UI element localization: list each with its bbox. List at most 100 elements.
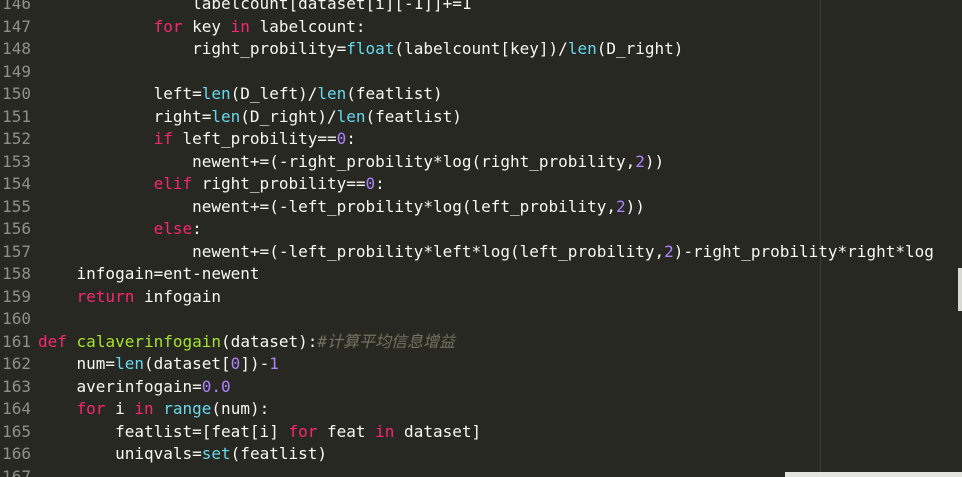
line-code[interactable]: right_probility=float(labelcount[key])/l…: [38, 38, 683, 61]
line-code[interactable]: return infogain: [38, 286, 222, 309]
code-token: )): [644, 151, 665, 171]
code-token: in: [375, 421, 395, 441]
code-token: labelcount[dataset[i][-1]]+=1: [38, 0, 472, 13]
line-number: 167: [2, 466, 31, 477]
line-code[interactable]: num=len(dataset[0])-1: [38, 353, 279, 376]
code-token: range: [163, 399, 212, 418]
line-number: 146: [2, 0, 31, 13]
code-token: newent+=(-right_probility*log(right_prob…: [38, 151, 636, 171]
line-number: 160: [2, 309, 31, 328]
code-token: float: [346, 39, 395, 58]
line-code[interactable]: featlist=[feat[i] for feat in dataset]: [38, 421, 481, 444]
code-token: (D_right)/: [240, 106, 337, 126]
line-code[interactable]: infogain=ent-newent: [38, 263, 260, 286]
line-code[interactable]: elif right_probility==0:: [38, 173, 385, 196]
line-code[interactable]: for key in labelcount:: [38, 16, 366, 39]
code-token: ])-: [240, 354, 270, 373]
code-token: :: [375, 174, 385, 193]
line-number: 150: [2, 84, 31, 103]
code-token: def: [38, 331, 67, 351]
code-token: i: [105, 399, 135, 418]
code-token: labelcount:: [249, 16, 366, 36]
code-token: 1: [269, 354, 279, 373]
code-token: left_probility==: [172, 129, 337, 148]
code-token: len: [336, 106, 366, 126]
line-number: 157: [2, 241, 31, 261]
code-token: (D_right): [596, 39, 684, 58]
line-number: 159: [2, 286, 31, 306]
line-number: 164: [2, 399, 31, 418]
code-token: len: [567, 39, 597, 58]
line-code[interactable]: left=len(D_left)/len(featlist): [38, 83, 443, 106]
line-code[interactable]: if left_probility==0:: [38, 128, 356, 151]
code-token: :: [192, 219, 202, 238]
code-token: newent+=(-left_probility*log(left_probil…: [38, 196, 616, 216]
code-token: 0.0: [201, 376, 231, 396]
code-token: if: [153, 129, 173, 148]
line-code[interactable]: right=len(D_right)/len(featlist): [38, 106, 462, 129]
code-token: feat: [317, 421, 376, 441]
line-number: 161: [2, 331, 31, 351]
code-token: in: [230, 16, 250, 36]
line-number: 148: [2, 39, 31, 58]
line-code[interactable]: newent+=(-left_probility*log(left_probil…: [38, 196, 645, 219]
code-token: elif: [153, 174, 193, 193]
code-token: len: [201, 84, 231, 103]
line-code[interactable]: else:: [38, 218, 202, 241]
code-token: dataset]: [394, 421, 482, 441]
line-number: 162: [2, 354, 31, 373]
scrollbar-thumb[interactable]: [958, 268, 962, 311]
code-token: (dataset):: [221, 331, 318, 351]
code-token: )-right_probility*right*log: [673, 241, 934, 261]
line-number: 153: [2, 151, 31, 171]
code-token: 2: [615, 196, 626, 216]
code-token: for: [288, 421, 318, 441]
code-token: (featlist): [230, 444, 327, 463]
line-code[interactable]: def calaverinfogain(dataset):#计算平均信息增益: [38, 331, 455, 354]
wrap-ruler: [820, 0, 821, 477]
line-number: 156: [2, 219, 31, 238]
code-token: for: [76, 399, 106, 418]
line-code[interactable]: averinfogain=0.0: [38, 376, 231, 399]
line-number: 152: [2, 129, 31, 148]
line-number: 166: [2, 444, 31, 463]
code-token: averinfogain=: [38, 376, 202, 396]
code-token: )): [625, 196, 645, 216]
line-code[interactable]: uniqvals=set(featlist): [38, 443, 327, 466]
line-code[interactable]: newent+=(-left_probility*left*log(left_p…: [38, 241, 934, 264]
line-number: 154: [2, 174, 31, 193]
code-token: 2: [635, 151, 645, 171]
line-number: 165: [2, 421, 31, 441]
code-token: len: [211, 106, 241, 126]
code-token: for: [153, 16, 183, 36]
line-code[interactable]: labelcount[dataset[i][-1]]+=1: [38, 0, 471, 16]
code-token: key: [182, 16, 231, 36]
code-token: num=: [38, 354, 116, 373]
code-token: #计算平均信息增益: [317, 331, 456, 351]
code-token: newent+=(-left_probility*left*log(left_p…: [38, 241, 665, 261]
code-token: uniqvals=: [38, 444, 202, 463]
horizontal-scrollbar[interactable]: [785, 472, 962, 477]
code-token: (dataset[: [143, 354, 231, 373]
code-token: right_probility==: [192, 174, 366, 193]
code-token: else: [153, 219, 193, 238]
code-token: :: [346, 129, 356, 148]
code-token: len: [317, 84, 347, 103]
code-token: 0: [230, 354, 241, 373]
line-number: 163: [2, 376, 31, 396]
code-token: return: [76, 286, 135, 306]
code-editor[interactable]: 146 labelcount[dataset[i][-1]]+=1 147 for…: [0, 0, 962, 477]
code-token: infogain=ent-newent: [38, 264, 260, 283]
line-code[interactable]: newent+=(-right_probility*log(right_prob…: [38, 151, 664, 174]
code-token: in: [134, 399, 154, 418]
code-token: 0: [365, 174, 376, 193]
code-token: featlist=[feat[i]: [38, 421, 289, 441]
line-code[interactable]: for i in range(num):: [38, 398, 270, 421]
